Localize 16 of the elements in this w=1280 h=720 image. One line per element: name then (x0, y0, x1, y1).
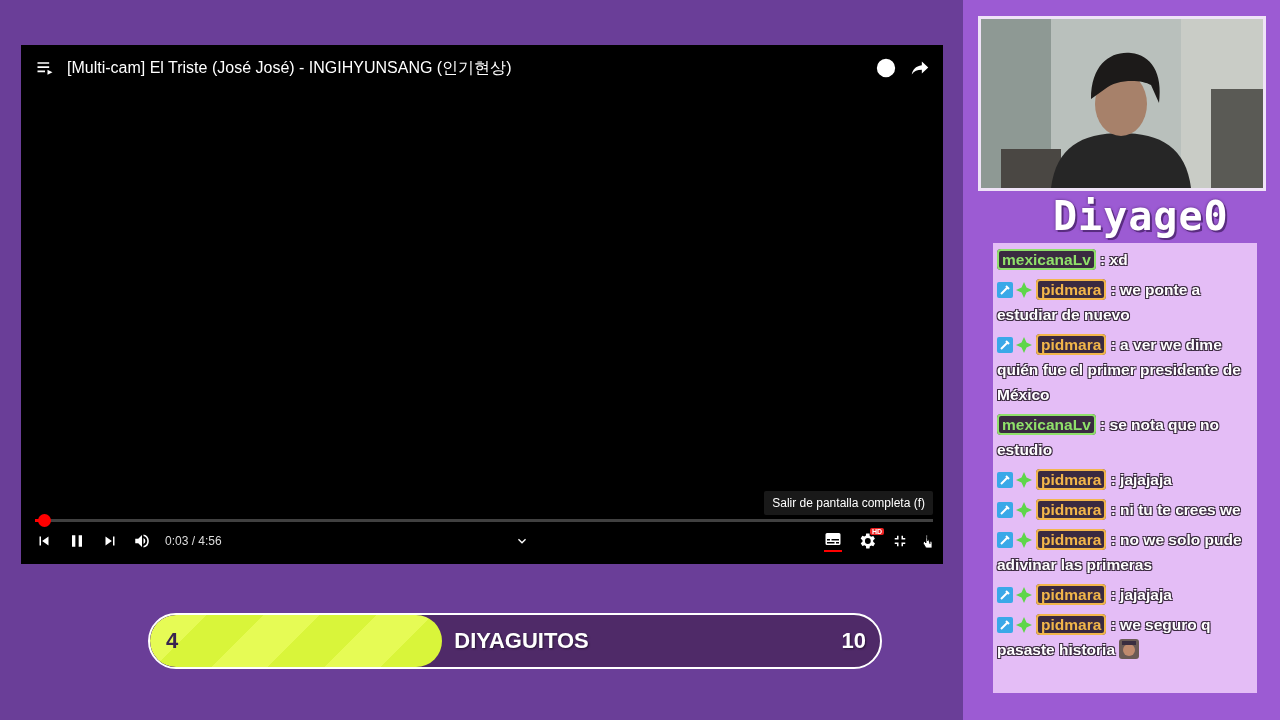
goal-target: 10 (841, 628, 866, 654)
tooltip: Salir de pantalla completa (f) (764, 491, 933, 515)
progress-handle[interactable] (37, 514, 51, 527)
cursor-icon (923, 534, 933, 548)
chat-message: pidmara : jajajaja (997, 467, 1253, 492)
subtitles-button[interactable] (823, 530, 843, 552)
goal-label: DIYAGUITOS (454, 628, 590, 654)
chat-message: mexicanaLv : xd (997, 247, 1253, 272)
channel-logo: Diyage0 (1053, 193, 1229, 239)
time-display: 0:03 / 4:56 (165, 534, 222, 548)
goal-current: 4 (166, 628, 179, 654)
chat-message: pidmara : jajajaja (997, 582, 1253, 607)
volume-icon[interactable] (133, 532, 151, 550)
video-title: [Multi-cam] El Triste (José José) - INGIHYUNSANG (인기현상) (67, 57, 513, 78)
chat-message: pidmara : ni tu te crees we (997, 497, 1253, 522)
chat-message: pidmara : we seguro q pasaste historia (997, 613, 1212, 661)
